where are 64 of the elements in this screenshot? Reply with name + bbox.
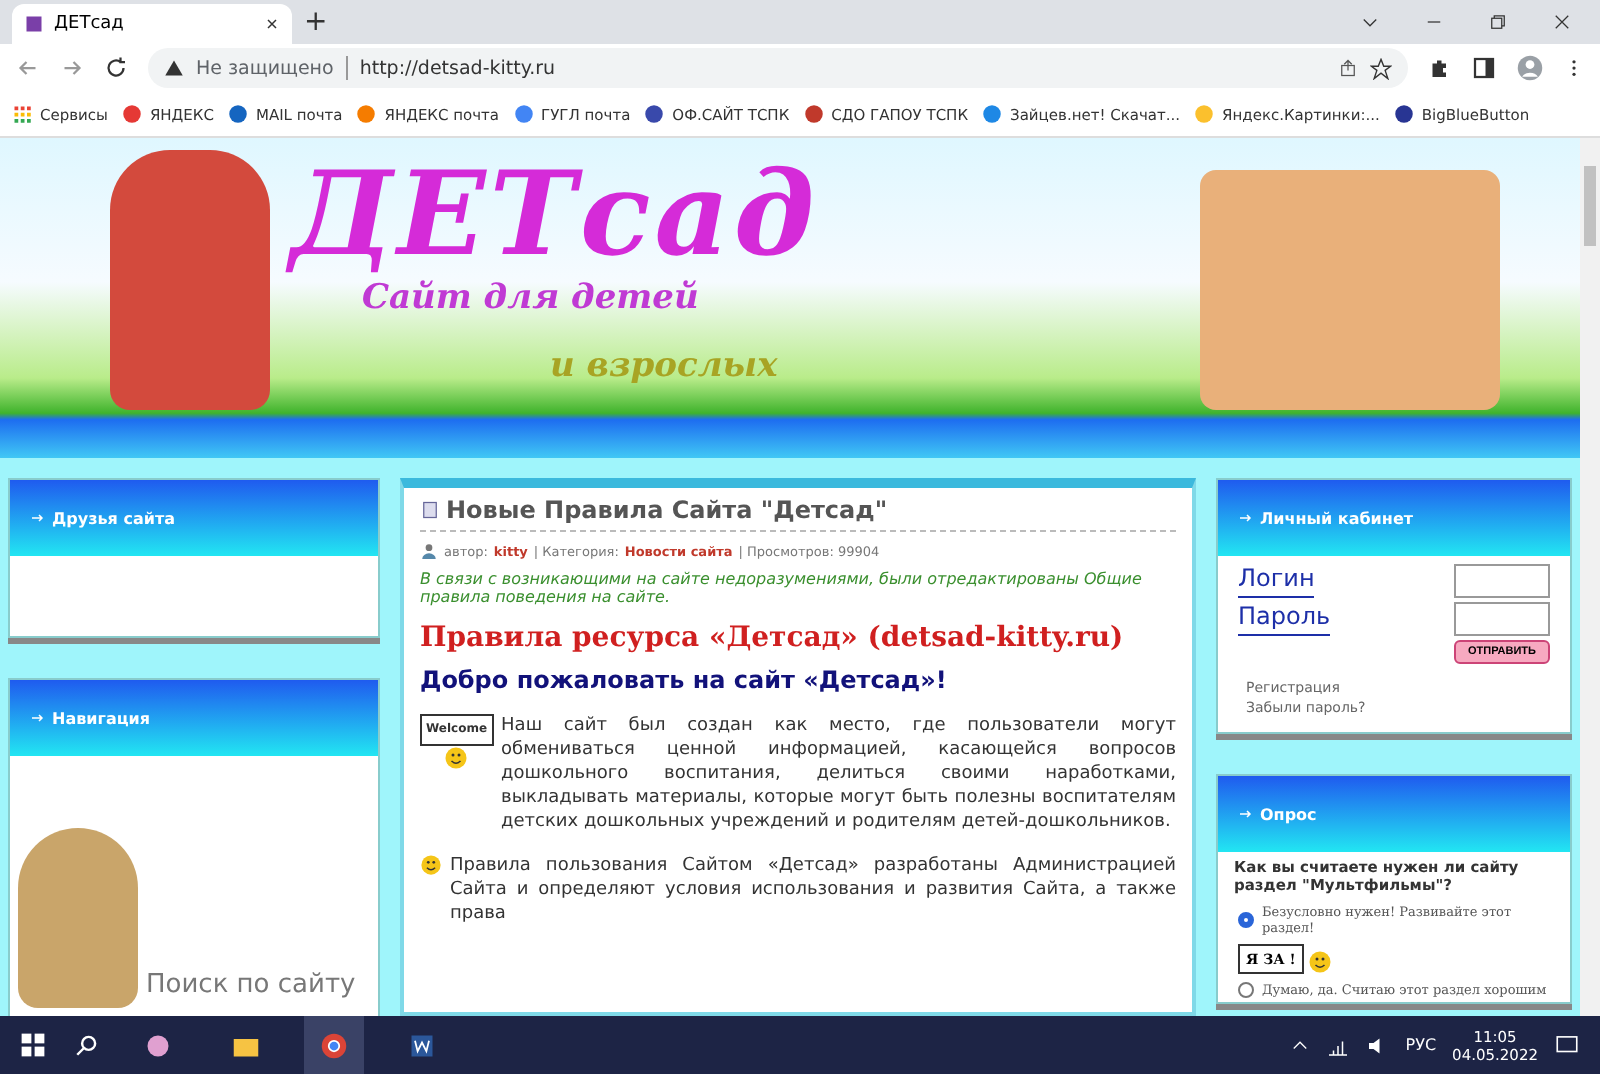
password-label: Пароль <box>1238 602 1331 636</box>
favicon-icon <box>1393 104 1414 124</box>
smiley-icon <box>1307 950 1332 974</box>
address-bar[interactable]: Не защищено http://detsad-kitty.ru <box>148 48 1408 88</box>
windows-start-icon <box>20 1032 46 1058</box>
side-panel-icon <box>1472 56 1496 80</box>
page-icon <box>24 14 44 34</box>
profile-icon <box>1516 54 1544 82</box>
favicon-icon <box>513 104 534 124</box>
reload-icon <box>104 56 128 80</box>
favicon-icon <box>982 104 1003 124</box>
puzzle-icon <box>1428 56 1452 80</box>
block-header: Опрос <box>1218 776 1570 852</box>
smiley-icon <box>420 854 442 876</box>
notification-icon <box>1554 1032 1580 1058</box>
arrow-icon <box>1238 806 1254 822</box>
block-header: Личный кабинет <box>1218 480 1570 556</box>
favicon-icon <box>227 104 248 124</box>
favicon-icon <box>121 104 142 124</box>
block-header: Навигация <box>10 680 378 756</box>
favicon-icon <box>1194 104 1215 124</box>
paragraph: Правила пользования Сайтом «Детсад» разработаны Администрацией Сайта и определяют условия использования и развития Сайта, а также права <box>450 854 1176 926</box>
login-field[interactable] <box>1454 564 1550 598</box>
block-header: Друзья сайта <box>10 480 378 556</box>
article-title: Новые Правила Сайта "Детсад" <box>446 496 888 524</box>
site-logo: ДЕТсад <box>290 150 819 278</box>
radio-button[interactable] <box>1238 982 1254 998</box>
arrow-icon <box>30 510 46 526</box>
warning-icon <box>164 58 184 78</box>
rules-heading: Правила ресурса «Детсад» (detsad-kitty.ru) <box>420 622 1126 654</box>
search-icon <box>74 1032 100 1058</box>
search-label[interactable]: Поиск по сайту <box>146 970 356 1000</box>
security-label: Не защищено <box>196 57 334 79</box>
favicon-icon <box>356 104 377 124</box>
password-field[interactable] <box>1454 602 1550 636</box>
paragraph: Наш сайт был создан как место, где пользователи могут обмениваться ценной информацией, касающейся вопросов дошкольного воспитания, делиться своими наработками, выкладывать материалы, которые могут быть полезны воспитателям детских дошкольных учреждений и родителям детей-дошкольников. <box>501 714 1176 834</box>
share-icon <box>1338 58 1358 78</box>
browser-tab[interactable]: ДЕТсад <box>12 4 292 44</box>
arrow-icon <box>30 710 46 726</box>
site-subtitle: Сайт для детей <box>362 278 701 318</box>
site-subtitle: и взрослых <box>550 346 780 386</box>
restore-icon <box>1488 12 1508 32</box>
arrow-icon <box>1238 510 1254 526</box>
close-icon <box>1552 12 1572 32</box>
login-label: Логин <box>1238 564 1315 598</box>
favicon-icon <box>803 104 824 124</box>
url-text: http://detsad-kitty.ru <box>359 57 556 79</box>
document-icon <box>408 1031 436 1059</box>
notice-text: В связи с возникающими на сайте недоразумениями, были отредактированы Общие правила поведения на сайте. <box>420 570 1144 606</box>
apps-grid-icon <box>12 104 32 124</box>
welcome-heading: Добро пожаловать на сайт «Детсад»! <box>420 666 949 694</box>
smiley-icon <box>444 746 469 770</box>
language-indicator[interactable]: РУС <box>1405 1036 1437 1054</box>
favicon-icon <box>644 104 665 124</box>
scrollbar[interactable] <box>1580 138 1600 1016</box>
forward-arrow-icon <box>60 56 84 80</box>
user-icon <box>420 542 438 560</box>
browser-icon <box>320 1031 348 1059</box>
radio-button[interactable] <box>1238 912 1254 928</box>
document-icon <box>420 500 440 520</box>
new-tab-button[interactable]: + <box>304 6 328 38</box>
star-icon <box>1370 57 1392 79</box>
close-icon <box>264 16 280 32</box>
back-arrow-icon <box>16 56 40 80</box>
